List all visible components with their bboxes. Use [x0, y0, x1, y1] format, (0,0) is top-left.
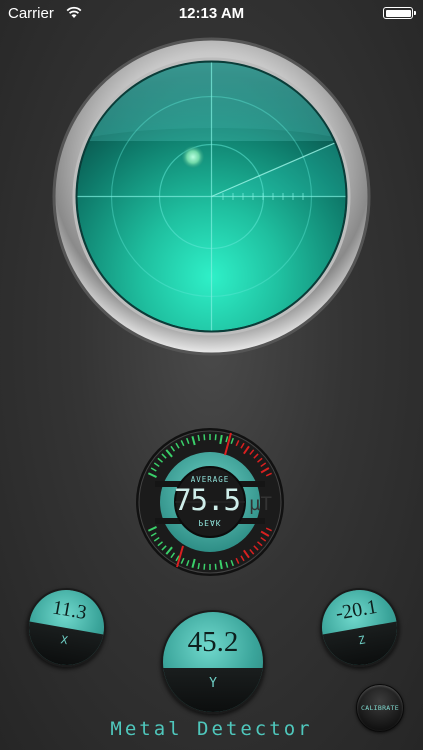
gauge-tick: [214, 563, 217, 570]
gauge-tick: [197, 434, 200, 442]
status-time: 12:13 AM: [178, 5, 245, 22]
x-axis-dial: 11.3 X: [20, 581, 113, 674]
unit-label: µT: [249, 493, 272, 515]
gauge-tick: [203, 434, 206, 441]
battery-icon: [383, 7, 416, 19]
gauge-tick: [214, 434, 217, 441]
peak-label: PEAK: [198, 518, 222, 527]
y-axis-dial: 45.2 Y: [161, 610, 265, 714]
y-label: Y: [209, 676, 217, 691]
radar-display: [52, 37, 371, 356]
status-bar: Carrier 12:13 AM: [0, 0, 423, 26]
gauge-tick: [197, 562, 200, 570]
y-value: 45.2: [187, 626, 239, 658]
app-title: Metal Detector: [110, 718, 313, 740]
field-strength-value: 75.5: [174, 483, 241, 517]
z-axis-dial: -20.1 Z: [313, 581, 406, 674]
gauge-tick: [203, 563, 206, 570]
